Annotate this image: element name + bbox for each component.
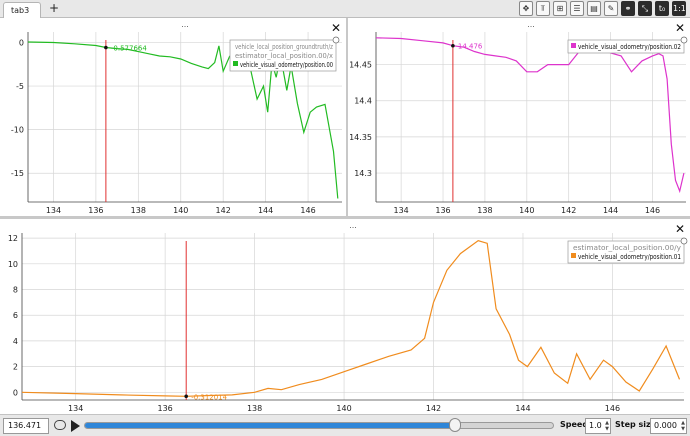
legend-entry[interactable]: vehicle_local_position_groundtruth/z [235,43,333,51]
vertical-splitter[interactable] [346,18,348,216]
x-tick-label: 140 [173,206,188,215]
y-tick-label: 0 [13,388,18,397]
legend-entry[interactable]: vehicle_visual_odometry/position.02 [578,43,681,51]
y-tick-label: 12 [8,234,18,243]
legend-entry[interactable]: estimator_local_position.00/y [573,244,681,252]
grid-icon[interactable]: ⊞ [553,1,567,16]
time-slider-fill [85,423,455,428]
chart-svg: ... ✕ 134 136 138 140 142 144 146 0 -5 -10 -15 -0.577… [11,20,342,215]
legend-handle-icon[interactable] [680,237,688,245]
x-tick-label: 136 [157,404,172,413]
zoom-out-icon[interactable]: ⤡ [638,1,652,16]
tracker-value-label: 14.476 [458,43,483,51]
reference-line-icon[interactable]: ⫪ [536,1,550,16]
time-offset-icon[interactable]: t₀ [655,1,669,16]
x-tick-label: 142 [216,206,231,215]
x-tick-label: 134 [393,206,408,215]
legend-entry[interactable]: vehicle_visual_odometry/position.00 [240,61,333,69]
close-icon[interactable]: ✕ [331,21,341,35]
x-tick-label: 136 [435,206,450,215]
y-tick-label: -10 [11,126,24,135]
horizontal-splitter[interactable] [0,216,690,219]
legend-swatch [233,61,238,66]
current-time-field[interactable]: 136.471 [3,418,49,434]
y-tick-label: 8 [13,286,18,295]
time-slider-handle[interactable] [449,418,462,432]
loop-icon[interactable] [54,420,66,430]
y-tick-label: 14.3 [354,169,372,178]
x-tick-label: 138 [247,404,262,413]
legend-icon[interactable]: ☰ [570,1,584,16]
speed-field[interactable]: 1.0 ▲ ▼ [585,418,611,434]
y-tick-label: 14.4 [354,97,372,106]
x-tick-label: 146 [300,206,315,215]
plot-pane-top-left[interactable]: ... ✕ 134 136 138 140 142 144 146 0 -5 -10 -15 -0.577… [0,18,346,216]
pane-title: ... [349,221,357,230]
plot-pane-bottom[interactable]: ... ✕ 134 136 138 140 142 144 146 12 10 8 6 4 2 0 -0.312… [0,219,690,414]
series-line [375,37,685,194]
y-tick-label: 14.35 [349,133,372,142]
x-tick-label: 138 [131,206,146,215]
y-tick-label: 4 [13,337,18,346]
speed-value: 1.0 [589,421,602,430]
legend-entry[interactable]: vehicle_visual_odometry/position.01 [578,253,681,261]
x-tick-label: 140 [336,404,351,413]
x-tick-label: 146 [645,206,660,215]
tab-bar: tab3 + ✥ ⫪ ⊞ ☰ ▤ ✎ ⚭ ⤡ t₀ 1:1 [0,0,690,19]
tracker-point [104,45,108,50]
x-tick-label: 142 [426,404,441,413]
tracker-value-label: -0.312014 [191,393,227,401]
play-icon[interactable] [71,420,80,432]
x-tick-label: 140 [519,206,534,215]
tracker-point [451,43,455,48]
close-icon[interactable]: ✕ [675,21,685,35]
step-size-field[interactable]: 0.000 ▲ ▼ [650,418,687,434]
y-tick-label: 6 [13,311,18,320]
settings-icon[interactable]: ✎ [604,1,618,16]
plot-toolbar: ✥ ⫪ ⊞ ☰ ▤ ✎ ⚭ ⤡ t₀ 1:1 [519,1,686,17]
time-slider[interactable] [84,422,554,429]
y-tick-label: 2 [13,363,18,372]
y-tick-label: 10 [8,260,18,269]
step-size-value: 0.000 [654,421,677,430]
legend-handle-icon[interactable] [332,36,340,44]
pane-title: ... [527,20,535,29]
x-tick-label: 144 [515,404,530,413]
link-icon[interactable]: ⚭ [621,1,635,16]
x-tick-label: 134 [68,404,83,413]
playback-bar: 136.471 Speed: 1.0 ▲ ▼ Step size: 0.000 ▲… [0,414,690,436]
add-tab-button[interactable]: + [47,1,61,16]
ratio-icon[interactable]: 1:1 [672,1,686,16]
x-tick-label: 144 [603,206,618,215]
legend-swatch [571,43,576,48]
plot-pane-top-right[interactable]: ... ✕ 134 136 138 140 142 144 146 14.45 14.4 14.35 1… [348,18,690,216]
pane-title: ... [181,20,189,29]
y-tick-label: -15 [11,169,24,178]
chart-svg: ... ✕ 134 136 138 140 142 144 146 14.45 14.4 14.35 1… [349,20,688,215]
y-tick-label: -5 [16,82,24,91]
spin-arrows-icon[interactable]: ▲ ▼ [605,420,609,432]
tab-tab3[interactable]: tab3 [3,2,41,19]
x-tick-label: 138 [477,206,492,215]
y-tick-label: 0 [19,38,24,47]
legend-entry[interactable]: estimator_local_position.00/x [235,52,333,60]
close-icon[interactable]: ✕ [675,222,685,236]
x-tick-label: 134 [46,206,61,215]
save-layout-icon[interactable]: ▤ [587,1,601,16]
move-icon[interactable]: ✥ [519,1,533,16]
chart-svg: ... ✕ 134 136 138 140 142 144 146 12 10 8 6 4 2 0 -0.312… [8,221,688,413]
y-tick-label: 14.45 [349,61,372,70]
legend-swatch [571,253,576,258]
x-tick-label: 142 [561,206,576,215]
tracker-point [184,394,189,399]
legend-handle-icon[interactable] [680,36,688,44]
tracker-value-label: -0.577664 [111,44,147,52]
x-tick-label: 136 [88,206,103,215]
x-tick-label: 146 [605,404,620,413]
x-tick-label: 144 [258,206,273,215]
spin-arrows-icon[interactable]: ▲ ▼ [681,420,685,432]
